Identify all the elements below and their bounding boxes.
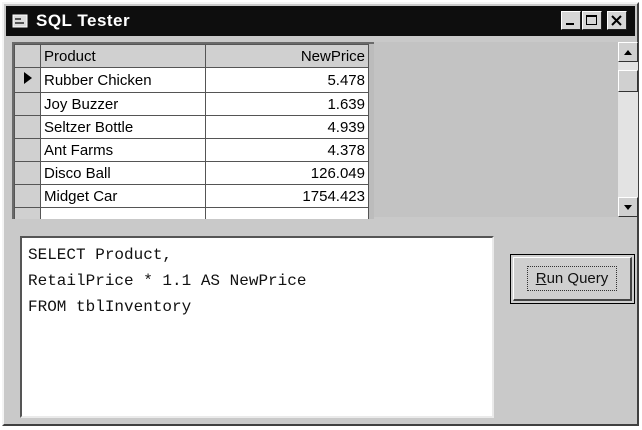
row-pointer-icon [24,72,32,84]
sql-line: SELECT Product, [28,246,173,264]
row-selector[interactable] [14,92,41,116]
row-selector[interactable] [14,138,41,162]
newprice-cell[interactable]: 5.478 [205,67,369,93]
product-cell[interactable]: Rubber Chicken [40,67,206,93]
table-row[interactable]: Seltzer Bottle 4.939 [14,115,369,139]
grid-vertical-scrollbar[interactable] [618,42,638,217]
table-row[interactable]: Joy Buzzer 1.639 [14,92,369,116]
scroll-down-icon [624,205,632,210]
grid-header-row: Product NewPrice [14,44,369,68]
product-cell[interactable]: Midget Car [40,184,206,208]
table-row[interactable]: Midget Car 1754.423 [14,184,369,208]
maximize-icon [586,15,597,25]
minimize-button[interactable] [561,11,581,30]
run-query-mnemonic: R [535,270,547,287]
sql-query-input[interactable]: SELECT Product, RetailPrice * 1.1 AS NewP… [20,236,494,418]
sql-line: FROM tblInventory [28,298,192,316]
product-cell[interactable] [40,207,206,219]
newprice-cell[interactable]: 126.049 [205,161,369,185]
title-bar[interactable]: SQL Tester [6,6,635,36]
product-cell[interactable]: Ant Farms [40,138,206,162]
newprice-cell[interactable]: 1754.423 [205,184,369,208]
product-cell[interactable]: Joy Buzzer [40,92,206,116]
table-row-partial[interactable] [14,207,369,219]
column-header-newprice[interactable]: NewPrice [205,44,369,68]
maximize-button[interactable] [582,11,602,30]
window-title: SQL Tester [36,11,131,30]
close-icon [611,15,622,26]
row-selector[interactable] [14,161,41,185]
scroll-thumb[interactable] [618,70,638,92]
grid-empty-area [374,42,618,217]
sql-tester-window: SQL Tester Product NewPrice Rubber Chick… [2,2,639,426]
grid-corner-cell [14,44,41,68]
newprice-cell[interactable]: 4.378 [205,138,369,162]
column-header-product[interactable]: Product [40,44,206,68]
run-query-label: Run Query [526,266,618,291]
scroll-down-button[interactable] [618,197,638,217]
table-row[interactable]: Ant Farms 4.378 [14,138,369,162]
newprice-cell[interactable]: 1.639 [205,92,369,116]
product-cell[interactable]: Disco Ball [40,161,206,185]
table-row[interactable]: Disco Ball 126.049 [14,161,369,185]
close-button[interactable] [607,11,627,30]
sql-line: RetailPrice * 1.1 AS NewPrice [28,272,307,290]
scroll-up-icon [624,50,632,55]
row-selector[interactable] [14,67,41,93]
newprice-cell[interactable]: 4.939 [205,115,369,139]
row-selector[interactable] [14,115,41,139]
row-selector[interactable] [14,207,41,219]
minimize-icon [566,23,574,25]
run-query-label-rest: un Query [546,270,609,287]
row-selector[interactable] [14,184,41,208]
product-cell[interactable]: Seltzer Bottle [40,115,206,139]
newprice-cell[interactable] [205,207,369,219]
run-query-button[interactable]: Run Query [510,254,635,304]
window-icon[interactable] [12,13,28,29]
results-grid[interactable]: Product NewPrice Rubber Chicken 5.478 Jo… [12,42,374,219]
table-row[interactable]: Rubber Chicken 5.478 [14,67,369,93]
scroll-up-button[interactable] [618,42,638,62]
